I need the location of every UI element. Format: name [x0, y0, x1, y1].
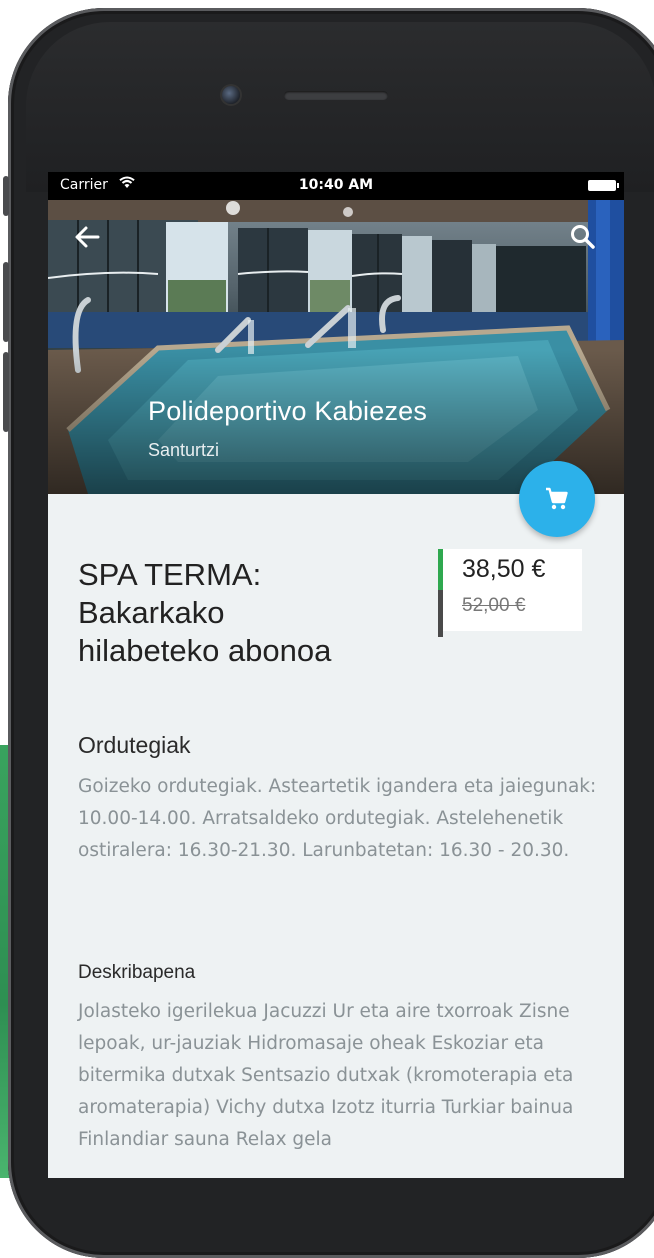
price-old-indicator: [438, 590, 443, 637]
schedule-title: Ordutegiak: [78, 732, 191, 758]
add-to-cart-button[interactable]: [519, 461, 595, 537]
product-title-line: hilabeteko abonoa: [78, 633, 332, 668]
price-current-indicator: [438, 549, 443, 590]
volume-up-button: [3, 262, 9, 342]
back-arrow-icon[interactable]: [72, 222, 102, 252]
clock: 10:40 AM: [298, 177, 374, 193]
product-title: SPA TERMA: Bakarkako hilabeteko abonoa: [78, 556, 408, 670]
product-title-line: Bakarkako: [78, 595, 225, 630]
venue-name: Polideportivo Kabiezes: [148, 396, 428, 426]
volume-down-button: [3, 352, 9, 432]
hero-image: Polideportivo Kabiezes Santurtzi: [48, 200, 624, 494]
old-price: 52,00 €: [462, 595, 526, 616]
current-price: 38,50 €: [462, 555, 546, 583]
mute-switch: [3, 176, 9, 216]
venue-city: Santurtzi: [148, 440, 220, 460]
description-title: Deskribapena: [78, 962, 196, 983]
front-camera: [222, 86, 240, 104]
price-box: 38,50 € 52,00 €: [438, 549, 582, 637]
status-bar: Carrier 10:40 AM: [48, 172, 624, 200]
earpiece-speaker: [284, 91, 388, 100]
battery-icon: [588, 180, 619, 191]
product-title-line: SPA TERMA:: [78, 557, 262, 592]
description-text: Jolasteko igerilekua Jacuzzi Ur eta aire…: [78, 1001, 574, 1150]
search-icon[interactable]: [568, 222, 598, 252]
shopping-cart-icon: [546, 487, 568, 510]
schedule-text: Goizeko ordutegiak. Asteartetik igandera…: [78, 776, 597, 861]
phone-bezel-top: [26, 22, 654, 192]
app-screen: Carrier 10:40 AM Polideportivo Kabiezes …: [48, 172, 624, 1178]
